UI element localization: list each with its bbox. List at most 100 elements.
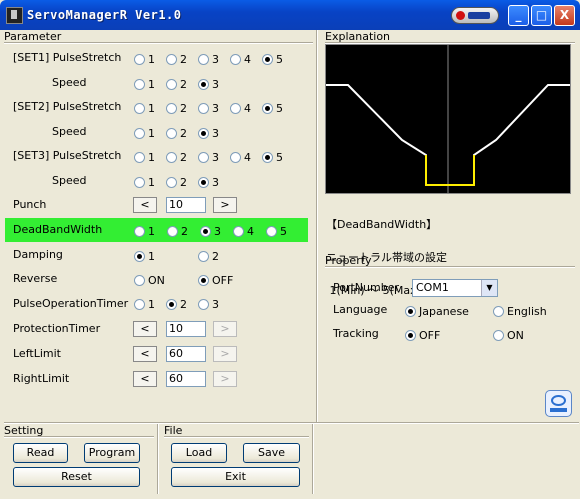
radio-button[interactable]: [134, 225, 145, 237]
radio-button[interactable]: [167, 225, 178, 237]
deadband-option-2[interactable]: 2: [167, 224, 188, 238]
radio-button[interactable]: [134, 127, 145, 139]
radio-button[interactable]: [262, 102, 273, 114]
radio-button[interactable]: [198, 78, 209, 90]
punch-increment-button[interactable]: >: [213, 197, 237, 213]
radio-button[interactable]: [198, 102, 209, 114]
damping-option-1[interactable]: 1: [134, 249, 155, 263]
chevron-down-icon[interactable]: ▼: [481, 280, 497, 296]
pulse-op-timer-option-3[interactable]: 3: [198, 297, 219, 311]
pulse-stretch-row1-option-3[interactable]: 3: [198, 52, 219, 66]
pulse-stretch-row5-option-5[interactable]: 5: [262, 150, 283, 164]
pulse-stretch-row3-option-5[interactable]: 5: [262, 101, 283, 115]
radio-button[interactable]: [262, 151, 273, 163]
speed-row6-option-3[interactable]: 3: [198, 175, 219, 189]
radio-button[interactable]: [134, 176, 145, 188]
pulse-stretch-row1-option-1[interactable]: 1: [134, 52, 155, 66]
tracking-option-on[interactable]: ON: [493, 328, 524, 342]
radio-button[interactable]: [134, 250, 145, 262]
damping-option-2[interactable]: 2: [198, 249, 219, 263]
deadband-option-5[interactable]: 5: [266, 224, 287, 238]
radio-button[interactable]: [198, 298, 209, 310]
radio-button[interactable]: [134, 298, 145, 310]
radio-button[interactable]: [230, 102, 241, 114]
language-option-japanese[interactable]: Japanese: [405, 304, 469, 318]
program-button[interactable]: Program: [84, 443, 140, 463]
pulse-stretch-row1-option-4[interactable]: 4: [230, 52, 251, 66]
radio-button[interactable]: [405, 305, 416, 317]
radio-button[interactable]: [200, 225, 211, 237]
radio-button[interactable]: [166, 53, 177, 65]
tracking-option-off[interactable]: OFF: [405, 328, 440, 342]
pulse-stretch-row5-option-2[interactable]: 2: [166, 150, 187, 164]
speed-row2-option-1[interactable]: 1: [134, 77, 155, 91]
punch-decrement-button[interactable]: <: [133, 197, 157, 213]
radio-button[interactable]: [134, 102, 145, 114]
radio-button[interactable]: [230, 53, 241, 65]
left-limit-increment-button[interactable]: >: [213, 346, 237, 362]
left-limit-value-field[interactable]: 60: [166, 346, 206, 362]
radio-button[interactable]: [166, 78, 177, 90]
protection-timer-decrement-button[interactable]: <: [133, 321, 157, 337]
protection-timer-value-field[interactable]: 10: [166, 321, 206, 337]
pulse-op-timer-option-2[interactable]: 2: [166, 297, 187, 311]
deadband-option-3[interactable]: 3: [200, 224, 221, 238]
pulse-stretch-row5-option-3[interactable]: 3: [198, 150, 219, 164]
minimize-button[interactable]: _: [508, 5, 529, 26]
port-number-select[interactable]: COM1 ▼: [412, 279, 498, 297]
maximize-button[interactable]: □: [531, 5, 552, 26]
radio-button[interactable]: [166, 102, 177, 114]
speed-row2-option-3[interactable]: 3: [198, 77, 219, 91]
radio-button[interactable]: [198, 274, 209, 286]
pulse-stretch-row1-option-2[interactable]: 2: [166, 52, 187, 66]
radio-button[interactable]: [233, 225, 244, 237]
speed-row2-option-2[interactable]: 2: [166, 77, 187, 91]
close-button[interactable]: X: [554, 5, 575, 26]
speed-row6-option-1[interactable]: 1: [134, 175, 155, 189]
pulse-stretch-row1-option-5[interactable]: 5: [262, 52, 283, 66]
radio-button[interactable]: [134, 274, 145, 286]
radio-button[interactable]: [198, 250, 209, 262]
read-button[interactable]: Read: [13, 443, 68, 463]
record-toggle-icon[interactable]: [451, 7, 499, 24]
deadband-option-4[interactable]: 4: [233, 224, 254, 238]
right-limit-increment-button[interactable]: >: [213, 371, 237, 387]
radio-button[interactable]: [198, 176, 209, 188]
punch-value-field[interactable]: 10: [166, 197, 206, 213]
radio-button[interactable]: [493, 329, 504, 341]
pulse-stretch-row3-option-2[interactable]: 2: [166, 101, 187, 115]
radio-button[interactable]: [134, 53, 145, 65]
pulse-stretch-row3-option-1[interactable]: 1: [134, 101, 155, 115]
save-button[interactable]: Save: [243, 443, 300, 463]
exit-button[interactable]: Exit: [171, 467, 300, 487]
pulse-op-timer-option-1[interactable]: 1: [134, 297, 155, 311]
radio-button[interactable]: [166, 298, 177, 310]
radio-button[interactable]: [266, 225, 277, 237]
speed-row4-option-3[interactable]: 3: [198, 126, 219, 140]
speed-row4-option-2[interactable]: 2: [166, 126, 187, 140]
reverse-option-off[interactable]: OFF: [198, 273, 233, 287]
reverse-option-on[interactable]: ON: [134, 273, 165, 287]
radio-button[interactable]: [493, 305, 504, 317]
speed-row6-option-2[interactable]: 2: [166, 175, 187, 189]
reset-button[interactable]: Reset: [13, 467, 140, 487]
left-limit-decrement-button[interactable]: <: [133, 346, 157, 362]
load-button[interactable]: Load: [171, 443, 227, 463]
radio-button[interactable]: [166, 127, 177, 139]
right-limit-value-field[interactable]: 60: [166, 371, 206, 387]
pulse-stretch-row3-option-3[interactable]: 3: [198, 101, 219, 115]
radio-button[interactable]: [198, 127, 209, 139]
right-limit-decrement-button[interactable]: <: [133, 371, 157, 387]
deadband-option-1[interactable]: 1: [134, 224, 155, 238]
pulse-stretch-row5-option-4[interactable]: 4: [230, 150, 251, 164]
speed-row4-option-1[interactable]: 1: [134, 126, 155, 140]
radio-button[interactable]: [134, 78, 145, 90]
radio-button[interactable]: [166, 151, 177, 163]
radio-button[interactable]: [198, 53, 209, 65]
radio-button[interactable]: [405, 329, 416, 341]
radio-button[interactable]: [262, 53, 273, 65]
pulse-stretch-row5-option-1[interactable]: 1: [134, 150, 155, 164]
robot-head-icon[interactable]: [545, 390, 572, 417]
radio-button[interactable]: [198, 151, 209, 163]
radio-button[interactable]: [230, 151, 241, 163]
